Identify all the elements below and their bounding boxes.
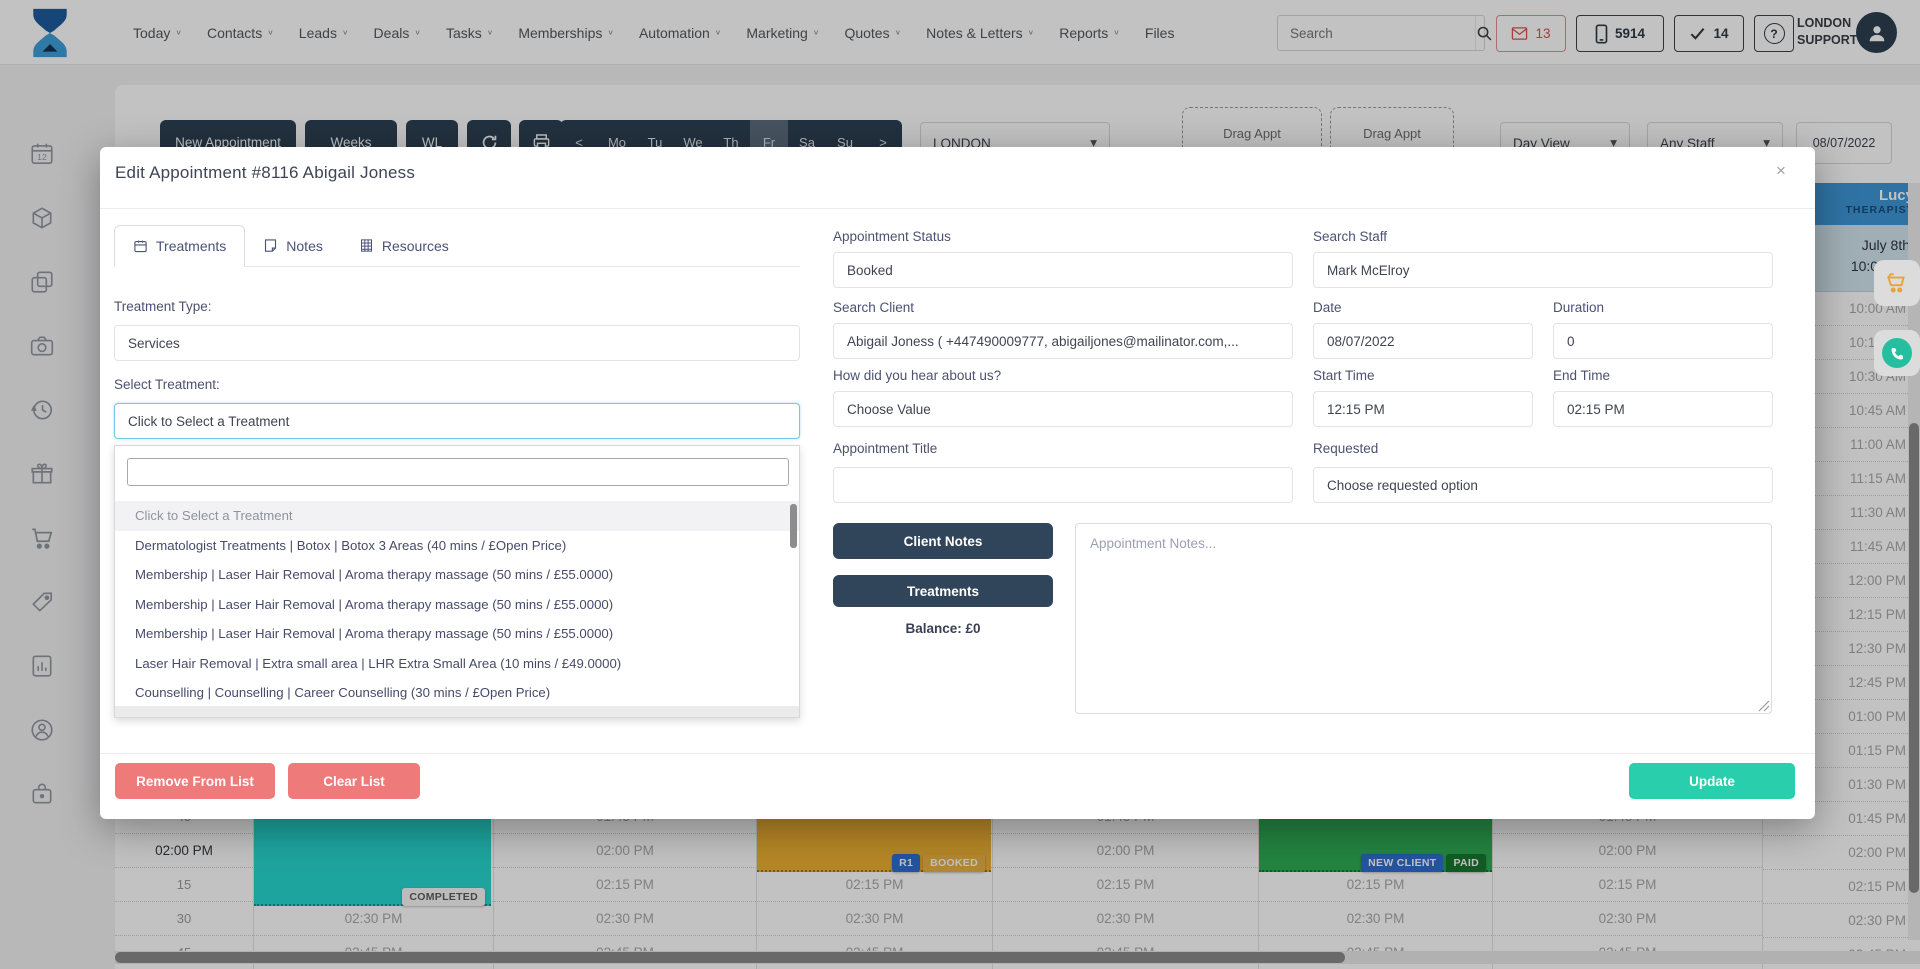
treatment-option[interactable]: Membership | Laser Hair Removal | Aroma …: [115, 590, 799, 620]
remove-from-list-button[interactable]: Remove From List: [115, 763, 275, 799]
end-time-value: 02:15 PM: [1567, 402, 1625, 417]
note-icon: [263, 238, 278, 253]
requested-label: Requested: [1313, 441, 1378, 456]
appointment-title-input[interactable]: [833, 467, 1293, 503]
treatment-dropdown-panel: Click to Select a TreatmentDermatologist…: [114, 445, 800, 718]
balance-text: Balance: £0: [833, 621, 1053, 636]
modal-footer-divider: [100, 753, 1815, 754]
tab-notes[interactable]: Notes: [245, 225, 341, 266]
quick-call-button[interactable]: [1874, 330, 1920, 376]
tab-label: Notes: [286, 238, 323, 254]
treatment-type-select[interactable]: Services: [114, 325, 800, 361]
appointment-status-value: Booked: [847, 263, 893, 278]
treatment-type-value: Services: [128, 336, 180, 351]
date-value: 08/07/2022: [1327, 334, 1395, 349]
dropdown-scrollbar-thumb[interactable]: [790, 504, 797, 548]
appointment-status-select[interactable]: Booked: [833, 252, 1293, 288]
appointment-notes-textarea[interactable]: [1075, 523, 1772, 714]
clear-list-button[interactable]: Clear List: [288, 763, 420, 799]
tab-treatments[interactable]: Treatments: [114, 225, 245, 267]
edit-appointment-modal: Edit Appointment #8116 Abigail Joness × …: [100, 147, 1815, 819]
start-time-label: Start Time: [1313, 368, 1375, 383]
search-staff-label: Search Staff: [1313, 229, 1387, 244]
treatment-option[interactable]: Dermatologist Treatments | Botox | Botox…: [115, 531, 799, 561]
search-client-input[interactable]: Abigail Joness ( +447490009777, abigailj…: [833, 323, 1293, 359]
client-notes-button[interactable]: Client Notes: [833, 523, 1053, 559]
grid-icon: [359, 238, 374, 253]
update-button[interactable]: Update: [1629, 763, 1795, 799]
select-treatment-label: Select Treatment:: [114, 377, 220, 392]
select-treatment-value: Click to Select a Treatment: [128, 414, 289, 429]
hear-about-value: Choose Value: [847, 402, 931, 417]
treatment-dropdown-search-input[interactable]: [127, 458, 789, 486]
modal-tabs: Treatments Notes Resources: [114, 225, 800, 267]
duration-input[interactable]: 0: [1553, 323, 1773, 359]
tab-label: Resources: [382, 238, 449, 254]
select-treatment-combobox[interactable]: Click to Select a Treatment: [114, 403, 800, 439]
treatment-type-label: Treatment Type:: [114, 299, 212, 314]
modal-header-divider: [100, 208, 1815, 209]
search-staff-input[interactable]: Mark McElroy: [1313, 252, 1773, 288]
treatment-options-list: Click to Select a TreatmentDermatologist…: [115, 501, 799, 708]
duration-value: 0: [1567, 334, 1575, 349]
date-label: Date: [1313, 300, 1342, 315]
tab-label: Treatments: [156, 238, 226, 254]
appointment-title-label: Appointment Title: [833, 441, 937, 456]
search-client-label: Search Client: [833, 300, 914, 315]
modal-title: Edit Appointment #8116 Abigail Joness: [115, 163, 415, 183]
date-input[interactable]: 08/07/2022: [1313, 323, 1533, 359]
hear-about-label: How did you hear about us?: [833, 368, 1001, 383]
treatment-option[interactable]: Click to Select a Treatment: [115, 501, 799, 531]
dropdown-footer-strip: [115, 706, 799, 717]
end-time-label: End Time: [1553, 368, 1610, 383]
appointment-status-label: Appointment Status: [833, 229, 951, 244]
treatment-option[interactable]: Membership | Laser Hair Removal | Aroma …: [115, 560, 799, 590]
start-time-input[interactable]: 12:15 PM: [1313, 391, 1533, 427]
hear-about-select[interactable]: Choose Value: [833, 391, 1293, 427]
cart-icon: [1884, 270, 1910, 296]
quick-cart-button[interactable]: [1874, 260, 1920, 306]
treatment-option[interactable]: Laser Hair Removal | Extra small area | …: [115, 649, 799, 679]
treatments-button[interactable]: Treatments: [833, 575, 1053, 607]
requested-select[interactable]: Choose requested option: [1313, 467, 1773, 503]
search-staff-value: Mark McElroy: [1327, 263, 1410, 278]
start-time-value: 12:15 PM: [1327, 402, 1385, 417]
close-icon[interactable]: ×: [1776, 161, 1786, 181]
treatment-option[interactable]: Counselling | Counselling | Career Couns…: [115, 678, 799, 708]
card-icon: [133, 239, 148, 254]
treatment-option[interactable]: Membership | Laser Hair Removal | Aroma …: [115, 619, 799, 649]
end-time-input[interactable]: 02:15 PM: [1553, 391, 1773, 427]
phone-icon: [1882, 338, 1912, 368]
requested-value: Choose requested option: [1327, 478, 1478, 493]
duration-label: Duration: [1553, 300, 1604, 315]
tab-resources[interactable]: Resources: [341, 225, 467, 266]
search-client-value: Abigail Joness ( +447490009777, abigailj…: [847, 334, 1239, 349]
